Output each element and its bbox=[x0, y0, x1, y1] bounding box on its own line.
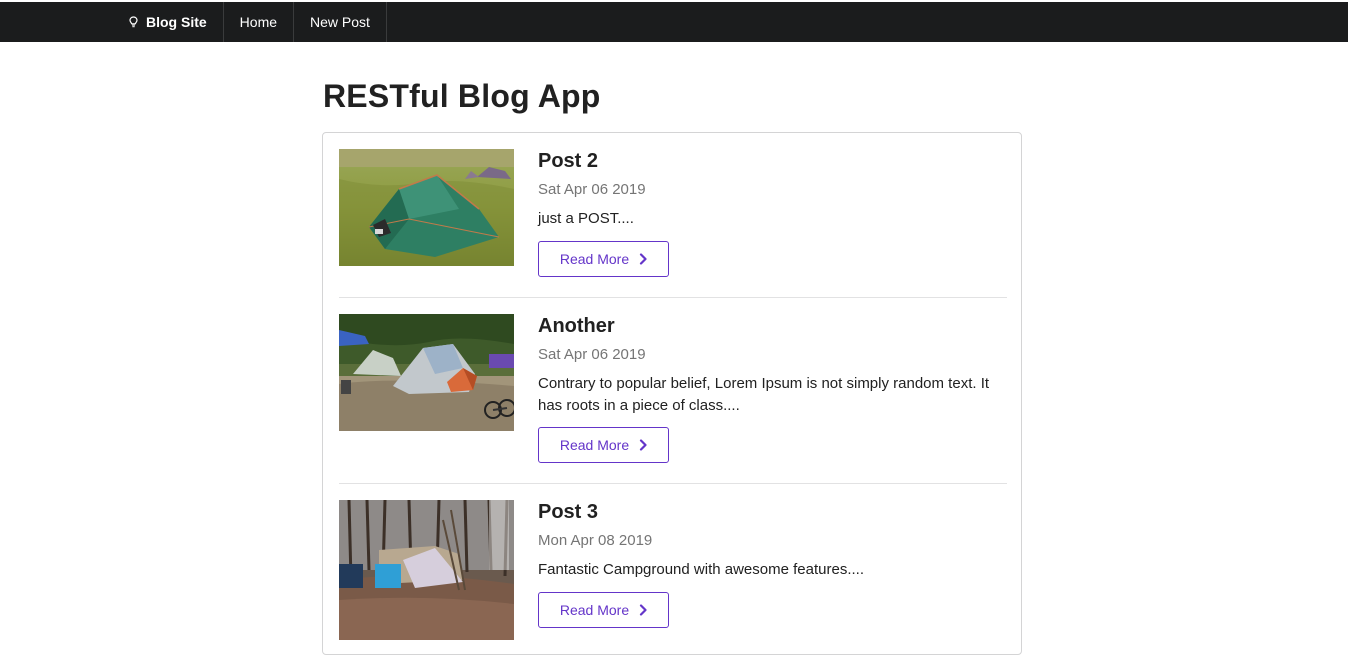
read-more-label: Read More bbox=[559, 602, 630, 618]
post-item: Another Sat Apr 06 2019 Contrary to popu… bbox=[339, 314, 1007, 464]
post-date: Sat Apr 06 2019 bbox=[538, 181, 646, 198]
post-title[interactable]: Another bbox=[538, 314, 1008, 338]
page-title: RESTful Blog App bbox=[323, 78, 601, 114]
post-excerpt: Fantastic Campground with awesome featur… bbox=[538, 561, 864, 578]
nav-new-post-link[interactable]: New Post bbox=[294, 2, 387, 42]
lightbulb-icon bbox=[129, 16, 138, 28]
chevron-right-icon bbox=[639, 439, 647, 451]
post-date: Sat Apr 06 2019 bbox=[538, 346, 646, 363]
brand-link[interactable]: Blog Site bbox=[114, 2, 224, 42]
read-more-label: Read More bbox=[559, 437, 630, 453]
campsite-tents-photo[interactable] bbox=[339, 314, 514, 431]
forest-campground-photo[interactable] bbox=[339, 500, 514, 640]
post-item: Post 2 Sat Apr 06 2019 just a POST.... R… bbox=[339, 149, 1007, 279]
chevron-right-icon bbox=[639, 604, 647, 616]
post-date: Mon Apr 08 2019 bbox=[538, 532, 653, 549]
chevron-right-icon bbox=[639, 253, 647, 265]
post-title[interactable]: Post 2 bbox=[538, 149, 1008, 173]
read-more-button[interactable]: Read More bbox=[538, 427, 669, 463]
post-content: Another Sat Apr 06 2019 Contrary to popu… bbox=[538, 314, 1008, 463]
post-title[interactable]: Post 3 bbox=[538, 500, 1008, 524]
post-content: Post 3 Mon Apr 08 2019 Fantastic Campgro… bbox=[538, 500, 1008, 628]
nav-new-post-label: New Post bbox=[310, 14, 370, 30]
brand-label: Blog Site bbox=[146, 14, 207, 30]
top-navbar: Blog Site Home New Post bbox=[0, 2, 1348, 42]
nav-home-label: Home bbox=[239, 14, 278, 30]
read-more-button[interactable]: Read More bbox=[538, 241, 669, 277]
post-item: Post 3 Mon Apr 08 2019 Fantastic Campgro… bbox=[339, 500, 1007, 640]
post-excerpt: just a POST.... bbox=[538, 210, 634, 227]
read-more-label: Read More bbox=[559, 251, 630, 267]
nav-home-link[interactable]: Home bbox=[224, 2, 295, 42]
post-excerpt: Contrary to popular belief, Lorem Ipsum … bbox=[538, 375, 990, 414]
post-divider bbox=[339, 483, 1007, 484]
posts-list: Post 2 Sat Apr 06 2019 just a POST.... R… bbox=[322, 132, 1022, 655]
read-more-button[interactable]: Read More bbox=[538, 592, 669, 628]
tent-on-grass-photo[interactable] bbox=[339, 149, 514, 266]
post-content: Post 2 Sat Apr 06 2019 just a POST.... R… bbox=[538, 149, 1008, 277]
post-divider bbox=[339, 297, 1007, 298]
